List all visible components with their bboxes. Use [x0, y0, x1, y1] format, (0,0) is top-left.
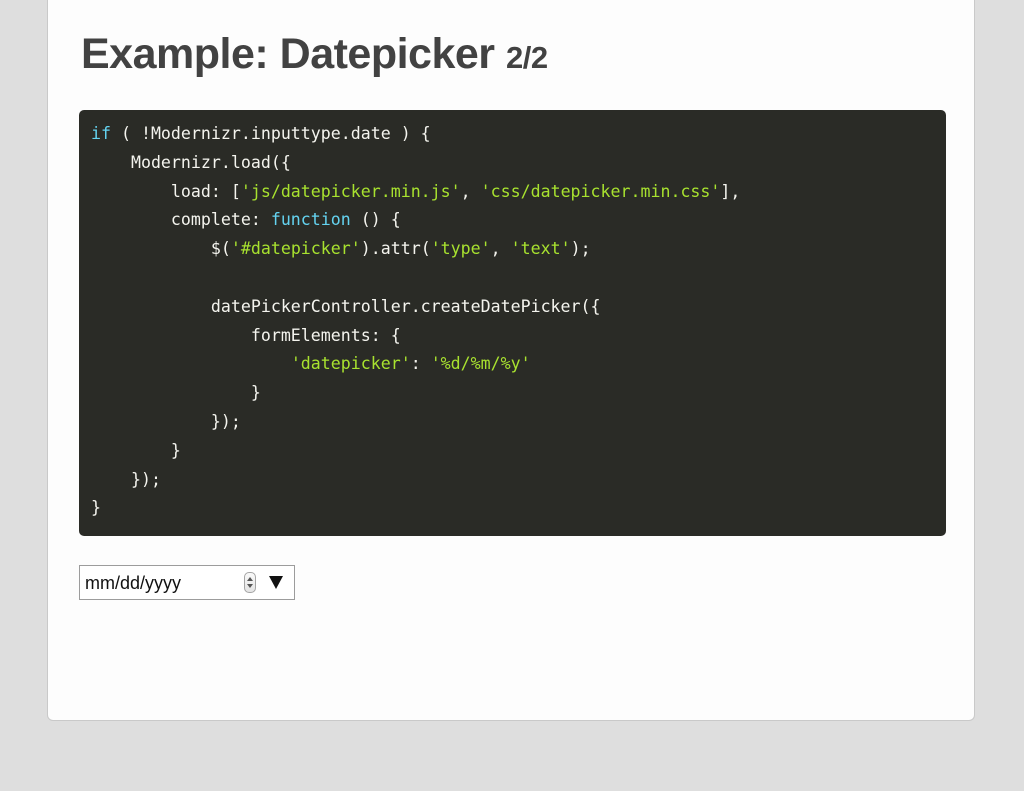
code-text: Modernizr.load({	[91, 152, 291, 172]
code-text: ).attr(	[360, 239, 431, 259]
code-text: :	[410, 354, 431, 374]
code-text: complete:	[91, 210, 271, 230]
code-string: 'type'	[430, 239, 491, 259]
code-line: Modernizr.load({	[91, 149, 946, 178]
page-indicator: 2/2	[505, 40, 548, 75]
code-block: if ( !Modernizr.inputtype.date ) { Moder…	[79, 110, 946, 536]
code-string: 'text'	[510, 239, 571, 259]
code-text: datePickerController.createDatePicker({	[91, 296, 601, 316]
code-text: () {	[350, 210, 401, 230]
code-line: });	[91, 408, 946, 437]
code-text: }	[91, 498, 101, 518]
date-input-value[interactable]: mm/dd/yyyy	[85, 573, 181, 594]
code-line: load: ['js/datepicker.min.js', 'css/date…	[91, 178, 946, 207]
code-line: complete: function () {	[91, 206, 946, 235]
code-line: if ( !Modernizr.inputtype.date ) {	[91, 120, 946, 149]
code-string: 'css/datepicker.min.css'	[480, 181, 721, 201]
code-text: }	[91, 440, 181, 460]
code-line: }	[91, 437, 946, 466]
code-string: 'datepicker'	[290, 354, 411, 374]
code-text: });	[91, 411, 241, 431]
spinner-arrows-icon[interactable]	[244, 572, 256, 593]
code-text: ( !Modernizr.inputtype.date ) {	[110, 124, 431, 143]
spinner-up-icon[interactable]	[247, 577, 253, 581]
dropdown-triangle-icon[interactable]	[269, 576, 283, 589]
code-text: formElements: {	[91, 325, 401, 345]
code-text: ,	[460, 181, 481, 201]
code-line: }	[91, 379, 946, 408]
code-line: });	[91, 466, 946, 495]
code-string: '%d/%m/%y'	[430, 354, 531, 374]
slide-title-text: Example: Datepicker	[81, 30, 495, 78]
code-text: );	[570, 239, 591, 259]
code-text: ],	[720, 181, 741, 201]
code-line: }	[91, 494, 946, 523]
code-line: 'datepicker': '%d/%m/%y'	[91, 350, 946, 379]
code-line: formElements: {	[91, 322, 946, 351]
code-line: datePickerController.createDatePicker({	[91, 293, 946, 322]
code-text: load: [	[91, 181, 241, 201]
code-text: $(	[91, 239, 231, 259]
spinner-down-icon[interactable]	[247, 584, 253, 588]
code-text: }	[91, 383, 261, 403]
date-input[interactable]: mm/dd/yyyy	[79, 565, 295, 600]
code-keyword: function	[270, 210, 351, 230]
slide-title: Example: Datepicker 2/2	[81, 30, 548, 79]
code-text: ,	[490, 239, 511, 259]
code-line: $('#datepicker').attr('type', 'text');	[91, 235, 946, 264]
code-string: 'js/datepicker.min.js'	[240, 181, 461, 201]
code-string: '#datepicker'	[230, 239, 361, 259]
code-text: });	[91, 469, 161, 489]
code-keyword: if	[91, 124, 111, 143]
slide: Example: Datepicker 2/2 if ( !Modernizr.…	[47, 0, 975, 721]
